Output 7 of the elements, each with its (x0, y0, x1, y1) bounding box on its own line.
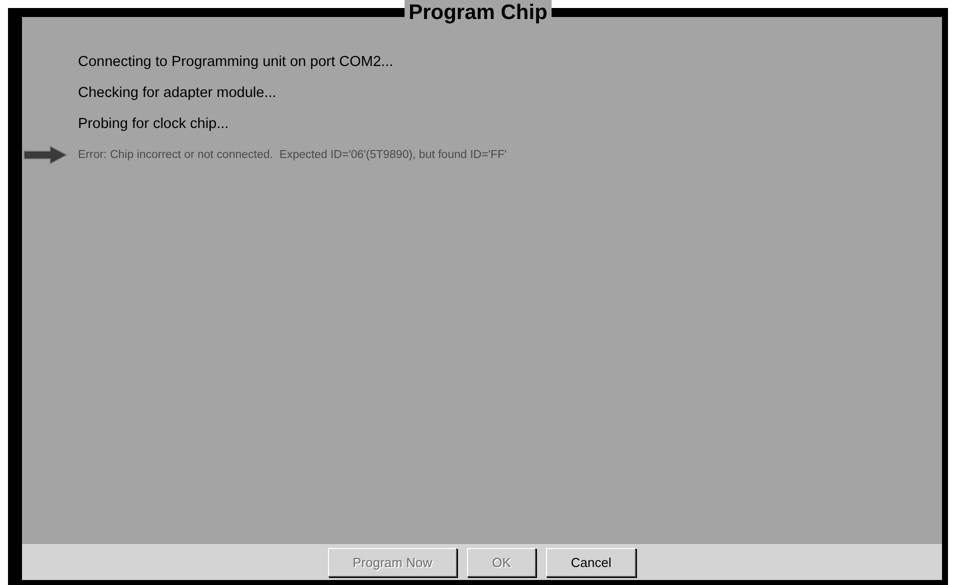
status-message: Checking for adapter module... (78, 85, 276, 101)
status-message: Connecting to Programming unit on port COM2... (78, 54, 394, 70)
error-message: Error: Chip incorrect or not connected. Expected ID='06'(5T9890), but found ID='FF' (78, 149, 507, 161)
window-title: Program Chip (404, 0, 552, 26)
arrow-icon (22, 145, 68, 165)
dialog-button[interactable]: Cancel (546, 548, 636, 576)
status-message: Probing for clock chip... (78, 116, 229, 132)
